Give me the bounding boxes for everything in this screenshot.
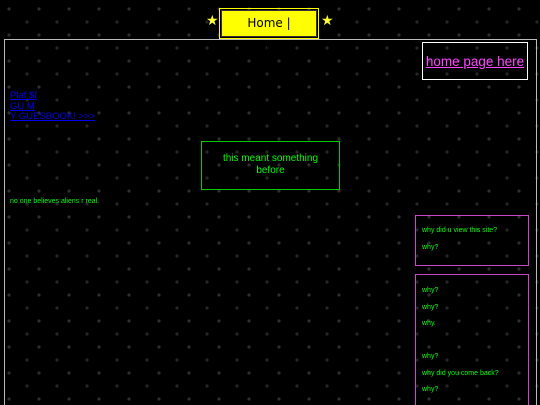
meant-something-box: this meant something before [201,141,340,190]
home-directory-nav-button[interactable]: Home | Directory [219,8,319,55]
left-link[interactable]: Plaf ${ [10,90,95,102]
question-line: why? [422,287,439,294]
left-link-list: Plaf ${ GU M Y GUESBOOK! >>> [10,90,95,123]
star-icon: ★ [321,13,334,29]
meant-line: this meant something [222,153,319,164]
home-page-link[interactable]: home page here [426,54,524,69]
question-line: why did u view this site? [422,227,498,234]
question-line: why. [422,320,436,327]
question-line: why? [422,386,439,393]
meant-line: before [256,164,285,176]
question-line-blank [422,333,528,350]
top-nav: ★ Home | Directory ★ [0,8,540,55]
question-line: why did you come back? [422,369,499,377]
home-link-box: home page here [422,42,528,80]
aliens-text: no one believes aliens r real. [10,198,100,205]
question-line: why? [422,303,439,311]
guestbook-link[interactable]: Y GUESBOOK! >>> [10,111,95,123]
question-box-1: why did u view this site? why? [415,215,529,266]
question-line: why? [422,353,439,360]
question-box-2: why? why? why. why? why did you come bac… [415,274,529,405]
star-icon: ★ [206,13,219,29]
question-line: why? [422,243,439,251]
